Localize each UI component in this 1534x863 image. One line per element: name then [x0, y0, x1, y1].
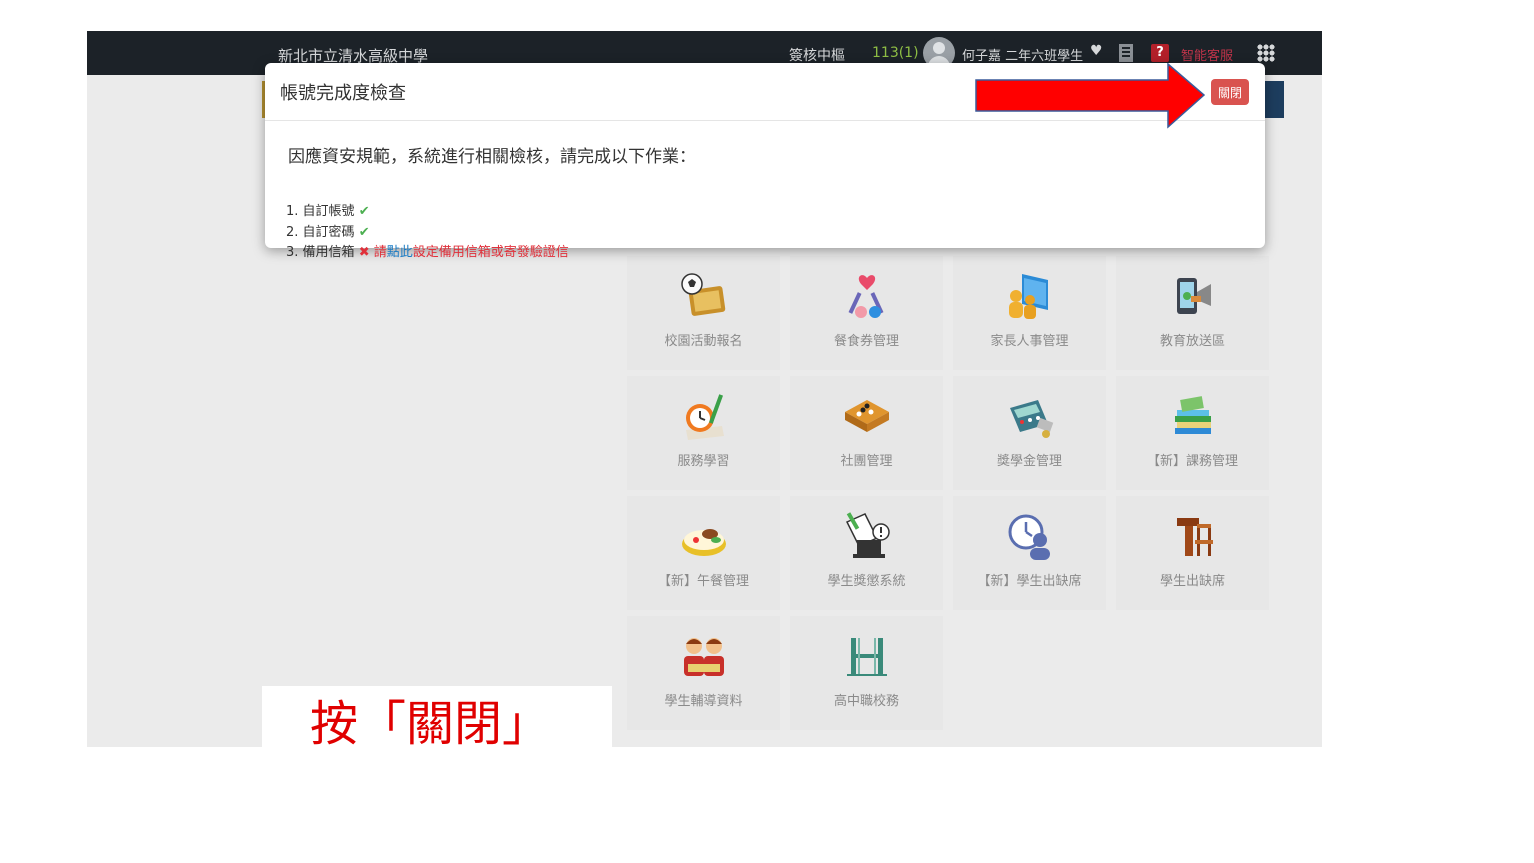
instruction-caption: 按「關閉」: [262, 686, 612, 752]
right-banner-button[interactable]: [1262, 81, 1284, 118]
set-backup-email-link[interactable]: 點此: [387, 245, 413, 260]
help-icon[interactable]: ?: [1151, 44, 1169, 62]
check-icon: ✔: [358, 225, 370, 240]
app-label: 【新】學生出缺席: [977, 574, 1082, 589]
lunch-box-icon: [682, 529, 726, 556]
dialog-title: 帳號完成度檢查: [280, 83, 406, 104]
app-label: 高中職校務: [833, 694, 899, 709]
requirement-backup-email: 3. 備用信箱 ✖ 請點此設定備用信箱或寄發驗證信: [286, 241, 569, 260]
requirement-label: 1. 自訂帳號: [286, 204, 355, 219]
desk-chair-icon: [1177, 518, 1213, 556]
clock-pencil-icon: [686, 394, 724, 440]
people-book-icon: [1009, 274, 1048, 319]
app-tile-meal-tickets[interactable]: 餐食券管理: [790, 256, 943, 370]
app-label: 校園活動報名: [664, 334, 743, 349]
app-label: 【新】課務管理: [1146, 454, 1238, 469]
app-tile-rewards-penalties[interactable]: 學生獎懲系統: [790, 496, 943, 610]
app-label: 教育放送區: [1159, 334, 1225, 349]
app-label: 服務學習: [677, 454, 730, 469]
app-tile-course-management[interactable]: 【新】課務管理: [1116, 376, 1269, 490]
go-board-icon: [845, 400, 889, 432]
close-button[interactable]: 關閉: [1211, 79, 1249, 105]
app-tile-education-broadcast[interactable]: 教育放送區: [1116, 256, 1269, 370]
app-label: 【新】午餐管理: [657, 574, 749, 589]
app-label: 學生獎懲系統: [827, 574, 906, 589]
app-tile-club-management[interactable]: 社團管理: [790, 376, 943, 490]
app-label: 獎學金管理: [996, 454, 1062, 469]
app-tile-high-school-affairs[interactable]: 高中職校務: [790, 616, 943, 730]
fork-spoon-heart-icon: [848, 275, 884, 318]
app-tile-service-learning[interactable]: 服務學習: [627, 376, 780, 490]
app-label: 餐食券管理: [833, 334, 899, 349]
students-icon: [684, 638, 724, 676]
screenshot-area: 新北市立清水高級中學 簽核中樞 113(1) 何子嘉 二年六班學生 ♥ ? 智能…: [87, 31, 1322, 747]
app-tile-lunch-management[interactable]: 【新】午餐管理: [627, 496, 780, 610]
smart-support-link[interactable]: 智能客服: [1181, 45, 1233, 64]
red-arrow-annotation-icon: [975, 63, 1205, 129]
user-name-menu[interactable]: 何子嘉 二年六班學生: [962, 45, 1083, 64]
app-tile-scholarship[interactable]: 獎學金管理: [953, 376, 1106, 490]
requirement-custom-password: 2. 自訂密碼 ✔: [286, 221, 370, 240]
app-label: 社團管理: [840, 454, 893, 469]
year-term-badge[interactable]: 113(1): [872, 45, 919, 61]
app-label: 學生輔導資料: [664, 694, 743, 709]
backup-email-instruction: 設定備用信箱或寄發驗證信: [412, 245, 569, 260]
apps-grid-icon[interactable]: [1257, 44, 1275, 62]
phone-megaphone-icon: [1177, 278, 1211, 314]
dialog-intro: 因應資安規範，系統進行相關檢核，請完成以下作業：: [288, 147, 696, 167]
building-icon[interactable]: [1119, 44, 1133, 62]
backup-email-prefix: 請: [373, 245, 387, 260]
soccer-board-icon: [681, 273, 726, 316]
document-alert-icon: [845, 512, 890, 558]
app-label: 學生出缺席: [1159, 574, 1225, 589]
requirement-label: 3. 備用信箱: [286, 245, 355, 260]
app-tile-campus-events[interactable]: 校園活動報名: [627, 256, 780, 370]
check-icon: ✔: [358, 204, 370, 219]
requirement-label: 2. 自訂密碼: [286, 225, 355, 240]
calculator-money-icon: [1010, 400, 1054, 438]
app-label: 家長人事管理: [990, 334, 1069, 349]
sign-center-link[interactable]: 簽核中樞: [789, 45, 845, 65]
heart-dropdown-icon[interactable]: ♥: [1090, 43, 1103, 59]
clock-person-icon: [1008, 514, 1050, 560]
app-tile-new-attendance[interactable]: 【新】學生出缺席: [953, 496, 1106, 610]
h-logo-icon: [847, 638, 887, 676]
caption-text: 按「關閉」: [310, 696, 551, 752]
cross-icon: ✖: [358, 245, 370, 260]
app-tile-parent-personnel[interactable]: 家長人事管理: [953, 256, 1106, 370]
app-tile-student-counseling[interactable]: 學生輔導資料: [627, 616, 780, 730]
app-tile-attendance[interactable]: 學生出缺席: [1116, 496, 1269, 610]
requirement-custom-account: 1. 自訂帳號 ✔: [286, 200, 370, 219]
books-stack-icon: [1175, 396, 1211, 434]
